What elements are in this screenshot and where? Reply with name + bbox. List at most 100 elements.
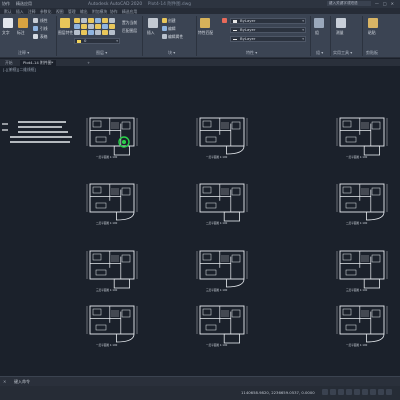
plan-caption: 一层平面图 1:100 bbox=[96, 155, 118, 159]
featured-apps-menu[interactable]: 精选应用 bbox=[16, 1, 32, 7]
block-panel-label[interactable]: 块 ▾ bbox=[168, 50, 175, 56]
panel-divider bbox=[330, 16, 331, 56]
room-fixture bbox=[371, 121, 381, 130]
room-fixture bbox=[205, 202, 217, 209]
edit-attribute-button[interactable]: 编辑属性 bbox=[168, 34, 183, 40]
plan-caption: 一层平面图 1:100 bbox=[96, 343, 118, 347]
leader-button[interactable]: 引线 bbox=[40, 26, 48, 32]
measure-button[interactable]: 测量 bbox=[336, 30, 344, 36]
file-tabs: 开始 Plot4-14 附件图* + bbox=[0, 59, 400, 66]
match-properties-icon bbox=[200, 18, 210, 28]
workspace-gear-icon[interactable] bbox=[378, 389, 384, 395]
room-fixture bbox=[345, 324, 357, 331]
linetype-dropdown[interactable]: ByLayer ▾ bbox=[230, 36, 306, 42]
wing-wall bbox=[223, 333, 240, 344]
curved-wall bbox=[226, 278, 245, 288]
room-fixture bbox=[202, 186, 212, 194]
room-fixture bbox=[121, 187, 131, 196]
clipboard-panel-label[interactable]: 剪贴板 bbox=[366, 50, 378, 56]
plan-caption: 三层平面图 1:100 bbox=[346, 288, 368, 292]
measure-icon bbox=[336, 18, 346, 28]
match-layer-button[interactable]: 匹配图层 bbox=[122, 28, 137, 34]
command-input[interactable]: 键入命令 bbox=[14, 379, 30, 385]
chevron-down-icon: ▾ bbox=[302, 19, 304, 23]
chevron-down-icon: ▾ bbox=[116, 39, 118, 43]
room-fixture bbox=[371, 187, 381, 196]
floor-plan bbox=[196, 183, 248, 222]
search-input[interactable]: 键入关键字或短语 bbox=[326, 1, 371, 6]
close-icon[interactable]: ✕ bbox=[3, 379, 6, 384]
layers-panel-label[interactable]: 图层 ▾ bbox=[96, 50, 107, 56]
maximize-button[interactable]: □ bbox=[383, 1, 387, 6]
dimension-button[interactable]: 标注 bbox=[17, 30, 25, 36]
floor-plan bbox=[86, 183, 138, 221]
edit-button[interactable]: 编辑 bbox=[168, 26, 176, 32]
curved-wall bbox=[366, 211, 385, 221]
curved-wall bbox=[116, 211, 135, 221]
create-button[interactable]: 创建 bbox=[168, 18, 176, 24]
panel-divider bbox=[56, 16, 57, 56]
annotation-panel-label[interactable]: 注释 ▾ bbox=[18, 50, 29, 56]
paste-icon bbox=[368, 18, 378, 28]
plan-caption: 二层平面图 1:100 bbox=[96, 221, 118, 225]
paste-button[interactable]: 粘贴 bbox=[368, 30, 376, 36]
layer-properties-icon bbox=[60, 18, 70, 28]
title-bar: 协作 精选应用 Autodesk AutoCAD 2020 Plot4-14 附… bbox=[0, 0, 400, 8]
chevron-down-icon: ▾ bbox=[302, 28, 304, 32]
table-icon bbox=[33, 34, 38, 39]
current-file-name: Plot4-14 附件图.dwg bbox=[147, 2, 192, 7]
layer-properties-button[interactable]: 图层特性 bbox=[58, 30, 73, 36]
layer-color-swatch bbox=[77, 40, 81, 43]
utilities-panel-label[interactable]: 实用工具 ▾ bbox=[333, 50, 352, 56]
linear-button[interactable]: 线性 bbox=[40, 18, 48, 24]
layer-dropdown[interactable]: 0 ▾ bbox=[74, 38, 120, 44]
linear-dim-icon bbox=[33, 18, 38, 23]
properties-panel-label[interactable]: 特性 ▾ bbox=[246, 50, 257, 56]
wing-wall bbox=[223, 211, 240, 222]
text-button[interactable]: 文字 bbox=[2, 30, 10, 36]
customize-menu-icon[interactable] bbox=[386, 389, 392, 395]
curved-wall bbox=[116, 333, 135, 343]
dimension-tool-icon bbox=[18, 18, 28, 28]
room-fixture bbox=[345, 269, 357, 276]
room-fixture bbox=[345, 136, 357, 143]
ribbon: 文字 标注 线性 引线 表格 注释 ▾ 图层特性 0 ▾ 置为当前 匹配图层 图… bbox=[0, 14, 400, 58]
panel-divider bbox=[196, 16, 197, 56]
room-fixture bbox=[231, 254, 241, 263]
group-panel-label[interactable]: 组 ▾ bbox=[316, 50, 323, 56]
room-fixture bbox=[121, 121, 131, 130]
annotation-scale-icon[interactable] bbox=[370, 389, 376, 395]
lineweight-dropdown[interactable]: ByLayer ▾ bbox=[230, 27, 306, 33]
room-fixture bbox=[95, 202, 107, 209]
panel-divider bbox=[142, 16, 143, 56]
model-space-icon[interactable] bbox=[322, 389, 328, 395]
room-fixture bbox=[121, 254, 131, 263]
group-button[interactable]: 组 bbox=[315, 30, 319, 36]
wing-wall bbox=[363, 278, 381, 289]
set-current-button[interactable]: 置为当前 bbox=[122, 20, 137, 26]
plan-caption: 二层平面图 1:100 bbox=[346, 221, 368, 225]
drawing-canvas[interactable]: [-][俯视][二维线框] 一层平面图 1:100 一层平面图 1:100 一层平面… bbox=[0, 66, 400, 376]
snap-icon[interactable] bbox=[338, 389, 344, 395]
close-button[interactable]: ✕ bbox=[391, 1, 394, 6]
floor-plan bbox=[86, 117, 138, 156]
status-bar: 1140658.9820, 2236659.0537, 0.0000 bbox=[0, 386, 400, 400]
floor-plan bbox=[336, 305, 388, 343]
osnap-icon[interactable] bbox=[362, 389, 368, 395]
create-block-icon bbox=[162, 18, 167, 23]
grid-icon[interactable] bbox=[330, 389, 336, 395]
room-fixture bbox=[121, 309, 131, 318]
room-fixture bbox=[202, 253, 212, 261]
wing-wall bbox=[363, 145, 381, 156]
ortho-icon[interactable] bbox=[346, 389, 352, 395]
polar-icon[interactable] bbox=[354, 389, 360, 395]
collab-menu[interactable]: 协作 bbox=[2, 1, 10, 7]
wing-wall bbox=[113, 145, 130, 156]
color-dropdown[interactable]: ByLayer ▾ bbox=[230, 18, 306, 24]
room-fixture bbox=[92, 186, 102, 194]
minimize-button[interactable]: — bbox=[375, 1, 379, 6]
insert-button[interactable]: 插入 bbox=[147, 30, 155, 36]
table-button[interactable]: 表格 bbox=[40, 34, 48, 40]
room-fixture bbox=[205, 136, 217, 143]
match-properties-button[interactable]: 特性匹配 bbox=[198, 30, 213, 36]
